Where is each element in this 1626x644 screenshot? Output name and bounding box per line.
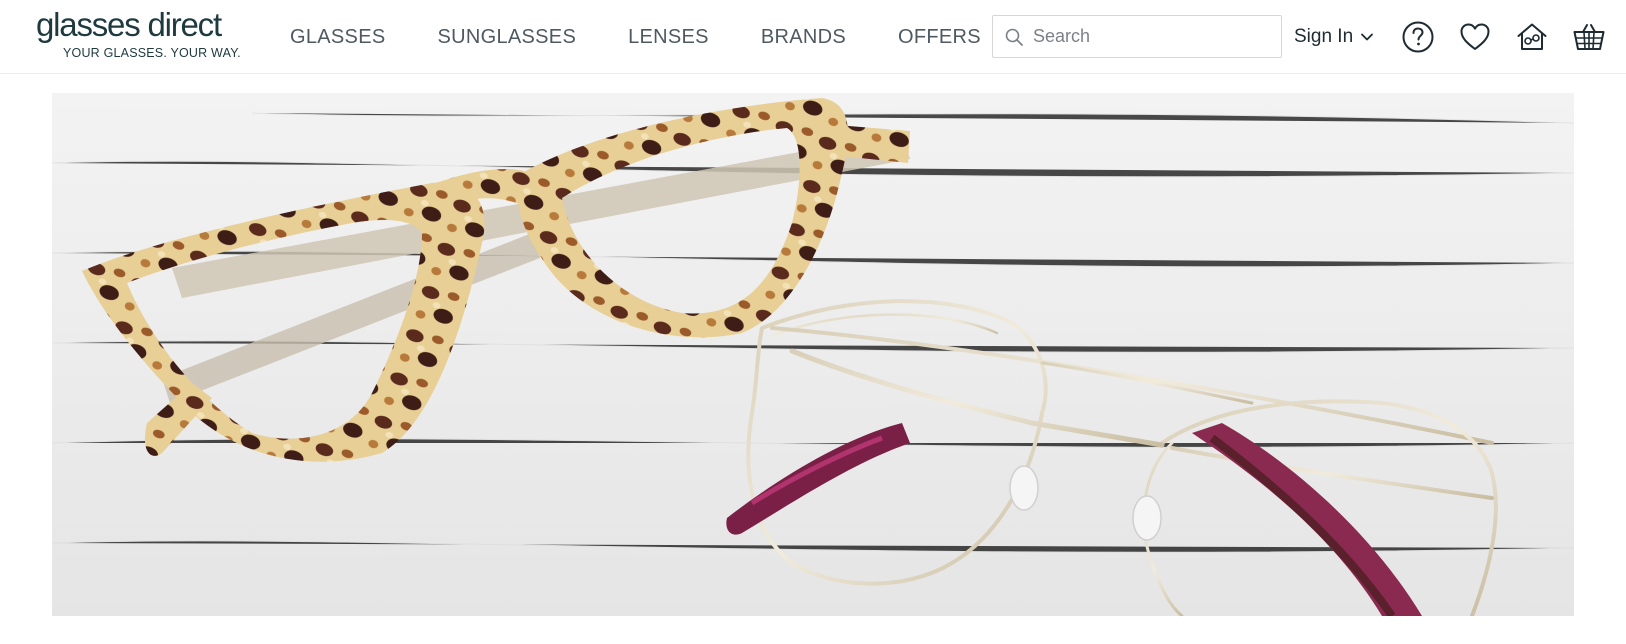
search-input[interactable] — [1033, 16, 1273, 57]
chevron-down-icon — [1359, 29, 1375, 45]
brand-name: glasses direct — [36, 6, 222, 43]
nav-item-sunglasses[interactable]: SUNGLASSES — [437, 22, 576, 52]
nav-item-offers[interactable]: OFFERS — [898, 22, 981, 52]
help-button[interactable] — [1400, 19, 1436, 55]
basket-icon — [1571, 19, 1607, 55]
heart-icon — [1457, 19, 1493, 55]
help-icon — [1400, 19, 1436, 55]
sign-in-menu[interactable]: Sign In — [1294, 22, 1375, 52]
sign-in-label: Sign In — [1294, 26, 1354, 47]
home-try-on-button[interactable] — [1514, 19, 1550, 55]
nav-item-lenses[interactable]: LENSES — [628, 22, 709, 52]
nav-item-glasses[interactable]: GLASSES — [290, 22, 385, 52]
main-nav: GLASSES SUNGLASSES LENSES BRANDS OFFERS — [290, 22, 1033, 52]
search-box — [992, 15, 1282, 58]
home-try-on-icon — [1514, 19, 1550, 55]
hero-banner-image[interactable] — [52, 93, 1574, 616]
wishlist-button[interactable] — [1457, 19, 1493, 55]
nav-item-brands[interactable]: BRANDS — [761, 22, 846, 52]
search-icon[interactable] — [1004, 27, 1024, 47]
brand-logo[interactable]: glasses direct YOUR GLASSES. YOUR WAY. — [36, 8, 241, 64]
brand-tagline: YOUR GLASSES. YOUR WAY. — [63, 46, 241, 60]
hero-glasses-photo — [52, 93, 1574, 616]
basket-button[interactable] — [1571, 19, 1607, 55]
site-header: glasses direct YOUR GLASSES. YOUR WAY. G… — [0, 0, 1626, 74]
